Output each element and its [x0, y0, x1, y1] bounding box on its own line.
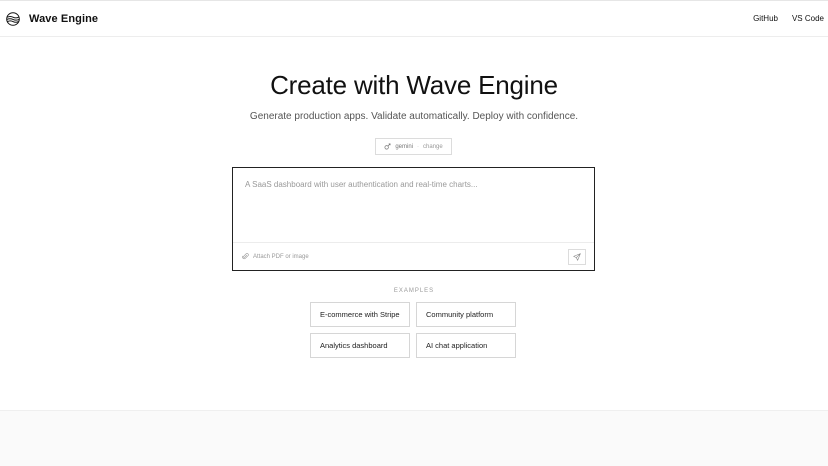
nav-link-github[interactable]: GitHub [753, 14, 778, 23]
change-model-link[interactable]: change [423, 144, 443, 150]
example-ai-chat[interactable]: AI chat application [416, 333, 516, 358]
page-title: Create with Wave Engine [270, 70, 558, 100]
attach-label: Attach PDF or image [253, 253, 309, 260]
attach-button[interactable]: Attach PDF or image [242, 253, 309, 260]
prompt-composer: Attach PDF or image [232, 167, 595, 271]
send-button[interactable] [568, 248, 586, 265]
prompt-input[interactable] [245, 180, 580, 240]
model-selector[interactable]: gemini · change [375, 138, 452, 155]
example-community[interactable]: Community platform [416, 302, 516, 327]
nav-link-vscode[interactable]: VS Code [792, 14, 824, 23]
top-header: Wave Engine GitHub VS Code [0, 0, 828, 37]
brand[interactable]: Wave Engine [6, 11, 99, 26]
composer-footer: Attach PDF or image [233, 242, 594, 270]
paperclip-icon [242, 253, 249, 260]
send-icon [573, 252, 581, 261]
model-separator: · [417, 143, 419, 150]
model-icon [384, 143, 391, 150]
example-ecommerce[interactable]: E-commerce with Stripe [310, 302, 410, 327]
footer-band [0, 410, 828, 466]
example-analytics[interactable]: Analytics dashboard [310, 333, 410, 358]
brand-name: Wave Engine [29, 12, 99, 25]
model-name: gemini [395, 143, 413, 150]
top-nav: GitHub VS Code [753, 14, 824, 23]
page-subtitle: Generate production apps. Validate autom… [249, 111, 579, 122]
wave-logo-icon [6, 11, 20, 26]
examples-heading: EXAMPLES [393, 288, 435, 294]
